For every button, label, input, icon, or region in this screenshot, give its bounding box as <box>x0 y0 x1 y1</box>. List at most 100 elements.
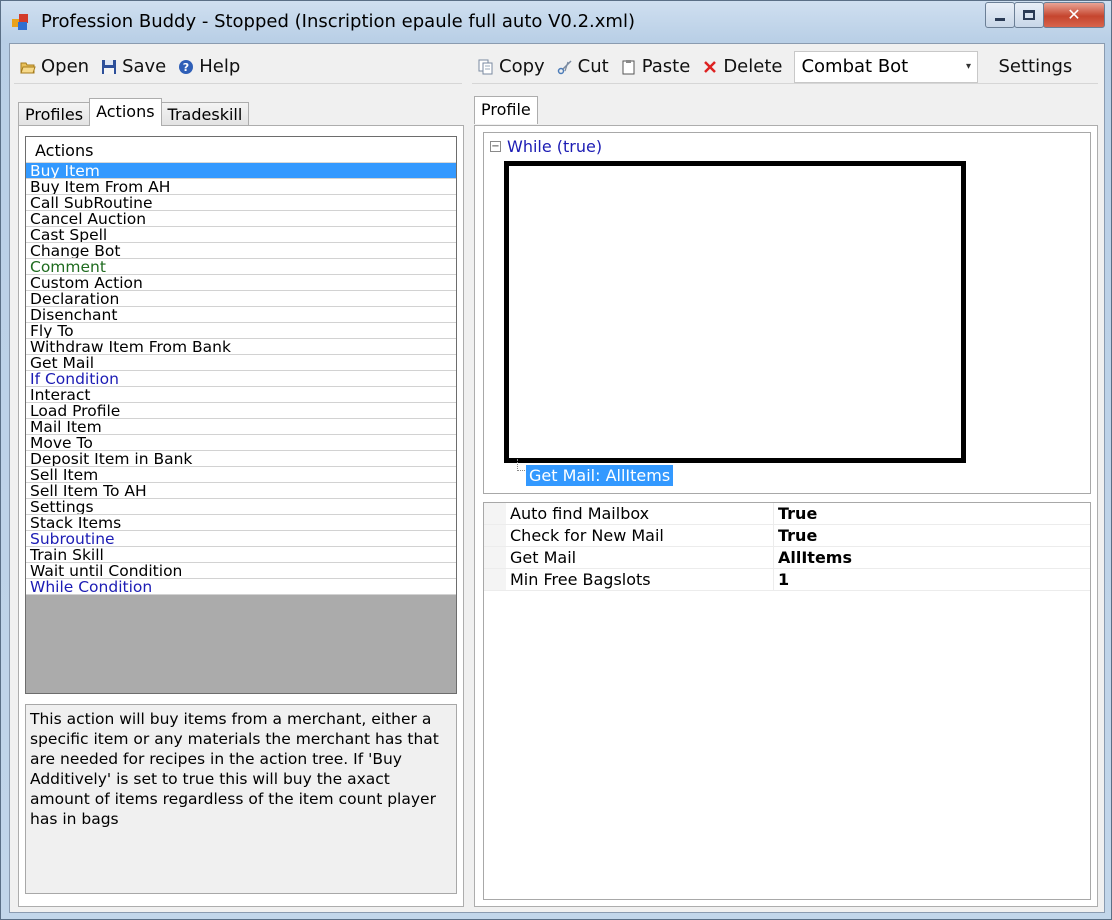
scissors-icon <box>557 59 572 74</box>
property-value[interactable]: 1 <box>774 569 789 590</box>
property-name: Check for New Mail <box>506 525 774 546</box>
window-title: Profession Buddy - Stopped (Inscription … <box>41 11 635 32</box>
list-item[interactable]: Disenchant <box>26 307 456 323</box>
list-item[interactable]: Buy Item From AH <box>26 179 456 195</box>
list-item[interactable]: Cast Spell <box>26 227 456 243</box>
property-name: Auto find Mailbox <box>506 503 774 524</box>
list-item[interactable]: Settings <box>26 499 456 515</box>
list-item[interactable]: Move To <box>26 435 456 451</box>
paste-button[interactable]: Paste <box>615 54 697 79</box>
list-item[interactable]: Wait until Condition <box>26 563 456 579</box>
edit-toolbar: Copy Cut Paste Delete Combat Bot ▾ Setti… <box>472 50 1098 84</box>
help-icon: ? <box>179 59 194 74</box>
settings-label: Settings <box>998 56 1073 77</box>
list-item[interactable]: If Condition <box>26 371 456 387</box>
list-item[interactable]: Change Bot <box>26 243 456 259</box>
right-tab-strip: Profile <box>474 96 538 124</box>
help-label: Help <box>199 56 241 77</box>
tab-profiles[interactable]: Profiles <box>18 102 91 126</box>
property-row[interactable]: Min Free Bagslots 1 <box>484 569 1090 591</box>
list-item[interactable]: Declaration <box>26 291 456 307</box>
list-item[interactable]: Custom Action <box>26 275 456 291</box>
property-value[interactable]: True <box>774 525 817 546</box>
red-x-icon <box>704 60 717 73</box>
folder-open-icon <box>20 62 36 73</box>
action-description: This action will buy items from a mercha… <box>25 704 457 894</box>
bot-select-value: Combat Bot <box>801 56 909 77</box>
list-item[interactable]: Comment <box>26 259 456 275</box>
copy-label: Copy <box>499 56 545 77</box>
property-row[interactable]: Auto find Mailbox True <box>484 503 1090 525</box>
client-area: Open Save ? Help Copy Cut Paste Delete C… <box>9 43 1105 913</box>
minimize-button[interactable] <box>985 2 1015 28</box>
save-label: Save <box>122 56 167 77</box>
list-item[interactable]: Deposit Item in Bank <box>26 451 456 467</box>
list-item[interactable]: Interact <box>26 387 456 403</box>
settings-button[interactable]: Settings <box>992 54 1078 79</box>
redacted-region <box>504 161 966 463</box>
list-item[interactable]: While Condition <box>26 579 456 595</box>
app-window: Profession Buddy - Stopped (Inscription … <box>0 0 1112 920</box>
save-button[interactable]: Save <box>95 54 172 79</box>
file-toolbar: Open Save ? Help <box>14 50 462 84</box>
list-item[interactable]: Fly To <box>26 323 456 339</box>
tree-node-while[interactable]: − While (true) <box>490 137 602 156</box>
cut-button[interactable]: Cut <box>551 54 615 79</box>
dropdown-arrow-icon: ▾ <box>965 61 971 72</box>
tab-profile[interactable]: Profile <box>474 96 538 124</box>
list-item[interactable]: Sell Item <box>26 467 456 483</box>
profile-panel: − While (true) Get Mail: AllItems Auto f… <box>474 125 1098 907</box>
help-button[interactable]: ? Help <box>172 54 246 79</box>
tab-actions[interactable]: Actions <box>89 98 162 126</box>
cut-label: Cut <box>577 56 609 77</box>
paste-label: Paste <box>641 56 691 77</box>
list-item[interactable]: Load Profile <box>26 403 456 419</box>
property-row[interactable]: Get Mail AllItems <box>484 547 1090 569</box>
property-value[interactable]: True <box>774 503 817 524</box>
tree-node-get-mail[interactable]: Get Mail: AllItems <box>526 465 674 486</box>
maximize-icon <box>1023 10 1035 20</box>
collapse-icon[interactable]: − <box>490 141 501 152</box>
list-item[interactable]: Sell Item To AH <box>26 483 456 499</box>
property-value[interactable]: AllItems <box>774 547 852 568</box>
list-item[interactable]: Stack Items <box>26 515 456 531</box>
maximize-button[interactable] <box>1014 2 1044 28</box>
actions-list[interactable]: Actions Buy Item Buy Item From AH Call Sub… <box>25 136 457 694</box>
tree-connector <box>517 459 525 471</box>
list-item[interactable]: Get Mail <box>26 355 456 371</box>
close-icon: ✕ <box>1067 7 1081 24</box>
list-item[interactable]: Mail Item <box>26 419 456 435</box>
svg-text:?: ? <box>183 61 189 74</box>
list-item[interactable]: Cancel Auction <box>26 211 456 227</box>
open-button[interactable]: Open <box>14 54 95 79</box>
property-row[interactable]: Check for New Mail True <box>484 525 1090 547</box>
left-tab-strip: Profiles Actions Tradeskill <box>18 98 250 126</box>
copy-icon <box>478 59 493 74</box>
property-gutter <box>484 547 506 568</box>
title-bar[interactable]: Profession Buddy - Stopped (Inscription … <box>1 1 1111 43</box>
delete-button[interactable]: Delete <box>696 54 788 79</box>
action-tree[interactable]: − While (true) Get Mail: AllItems <box>483 132 1091 494</box>
property-gutter <box>484 525 506 546</box>
minimize-icon <box>995 17 1005 21</box>
list-item[interactable]: Buy Item <box>26 163 456 179</box>
list-item[interactable]: Subroutine <box>26 531 456 547</box>
delete-label: Delete <box>723 56 783 77</box>
actions-list-rows: Buy Item Buy Item From AH Call SubRoutine C… <box>26 163 456 595</box>
tree-node-while-label: While (true) <box>507 137 603 156</box>
open-label: Open <box>41 56 90 77</box>
actions-list-header[interactable]: Actions <box>26 137 456 163</box>
bot-select[interactable]: Combat Bot ▾ <box>794 50 979 83</box>
list-item[interactable]: Withdraw Item From Bank <box>26 339 456 355</box>
app-icon <box>12 14 28 30</box>
property-name: Min Free Bagslots <box>506 569 774 590</box>
property-gutter <box>484 569 506 590</box>
close-button[interactable]: ✕ <box>1043 2 1105 28</box>
list-item[interactable]: Train Skill <box>26 547 456 563</box>
clipboard-icon <box>622 59 635 74</box>
copy-button[interactable]: Copy <box>472 54 551 79</box>
actions-panel: Actions Buy Item Buy Item From AH Call Sub… <box>18 125 464 907</box>
list-item[interactable]: Call SubRoutine <box>26 195 456 211</box>
tab-tradeskill[interactable]: Tradeskill <box>160 102 250 126</box>
property-grid: Auto find Mailbox True Check for New Mail T… <box>483 502 1091 900</box>
